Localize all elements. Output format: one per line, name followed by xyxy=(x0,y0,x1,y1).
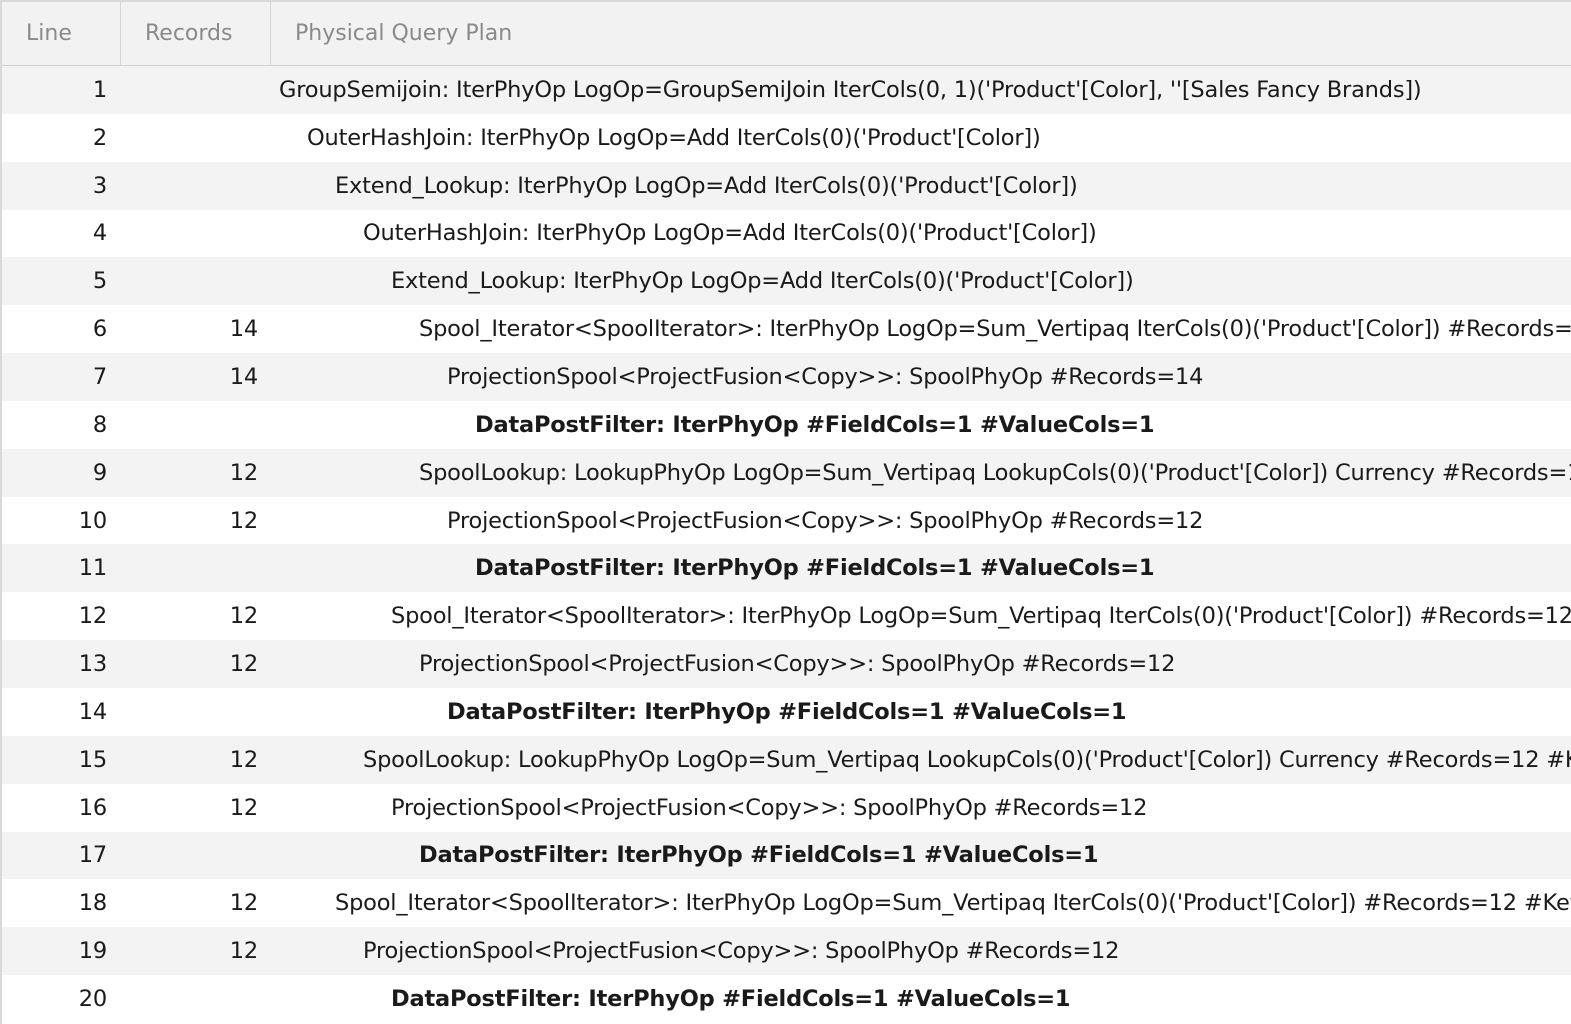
plan-operator-cell: Spool_Iterator<SpoolIterator>: IterPhyOp… xyxy=(391,603,1571,630)
table-row[interactable]: 10 12 ProjectionSpool<ProjectFusion<Copy>>… xyxy=(2,496,1571,545)
line-number-cell: 18 xyxy=(78,890,107,917)
grid-rows: 1 GroupSemijoin: IterPhyOp LogOp=GroupSem… xyxy=(2,66,1571,1023)
column-header-line[interactable]: Line xyxy=(2,2,121,65)
records-cell: 12 xyxy=(229,938,258,965)
plan-operator-cell: DataPostFilter: IterPhyOp #FieldCols=1 #… xyxy=(475,555,1155,582)
line-number-cell: 12 xyxy=(78,603,107,630)
line-number-cell: 1 xyxy=(92,76,107,103)
records-cell: 12 xyxy=(229,459,258,486)
plan-operator-cell: DataPostFilter: IterPhyOp #FieldCols=1 #… xyxy=(391,985,1071,1012)
line-number-cell: 19 xyxy=(78,938,107,965)
records-cell: 14 xyxy=(229,363,258,390)
plan-operator-cell: DataPostFilter: IterPhyOp #FieldCols=1 #… xyxy=(447,698,1127,725)
column-header-physical-query-plan[interactable]: Physical Query Plan xyxy=(271,2,1571,65)
records-cell: 12 xyxy=(229,746,258,773)
table-row[interactable]: 8 DataPostFilter: IterPhyOp #FieldCols=1 … xyxy=(2,400,1571,449)
table-row[interactable]: 12 12 Spool_Iterator<SpoolIterator>: IterP… xyxy=(2,592,1571,641)
table-row[interactable]: 19 12 ProjectionSpool<ProjectFusion<Copy>>… xyxy=(2,927,1571,976)
line-number-cell: 20 xyxy=(78,985,107,1012)
table-row[interactable]: 16 12 ProjectionSpool<ProjectFusion<Copy>>… xyxy=(2,783,1571,832)
plan-operator-cell: DataPostFilter: IterPhyOp #FieldCols=1 #… xyxy=(475,411,1155,438)
plan-operator-cell: ProjectionSpool<ProjectFusion<Copy>>: Sp… xyxy=(363,938,1120,965)
records-cell: 12 xyxy=(229,651,258,678)
line-number-cell: 16 xyxy=(78,794,107,821)
line-number-cell: 6 xyxy=(92,316,107,343)
line-number-cell: 13 xyxy=(78,651,107,678)
records-cell: 12 xyxy=(229,890,258,917)
plan-operator-cell: OuterHashJoin: IterPhyOp LogOp=Add IterC… xyxy=(363,220,1097,247)
grid-header: Line Records Physical Query Plan xyxy=(2,2,1571,66)
records-cell: 14 xyxy=(229,316,258,343)
plan-operator-cell: OuterHashJoin: IterPhyOp LogOp=Add IterC… xyxy=(307,124,1041,151)
records-cell: 12 xyxy=(229,507,258,534)
plan-operator-cell: Spool_Iterator<SpoolIterator>: IterPhyOp… xyxy=(335,890,1571,917)
table-row[interactable]: 18 12 Spool_Iterator<SpoolIterator>: IterP… xyxy=(2,879,1571,928)
plan-operator-cell: ProjectionSpool<ProjectFusion<Copy>>: Sp… xyxy=(391,794,1148,821)
plan-operator-cell: Spool_Iterator<SpoolIterator>: IterPhyOp… xyxy=(419,316,1571,343)
plan-operator-cell: ProjectionSpool<ProjectFusion<Copy>>: Sp… xyxy=(447,363,1204,390)
table-row[interactable]: 4 OuterHashJoin: IterPhyOp LogOp=Add Iter… xyxy=(2,209,1571,258)
records-cell: 12 xyxy=(229,794,258,821)
table-row[interactable]: 1 GroupSemijoin: IterPhyOp LogOp=GroupSem… xyxy=(2,66,1571,114)
plan-operator-cell: ProjectionSpool<ProjectFusion<Copy>>: Sp… xyxy=(447,507,1204,534)
table-row[interactable]: 20 DataPostFilter: IterPhyOp #FieldCols=1… xyxy=(2,975,1571,1023)
records-cell: 12 xyxy=(229,603,258,630)
table-row[interactable]: 5 Extend_Lookup: IterPhyOp LogOp=Add Iter… xyxy=(2,257,1571,306)
line-number-cell: 4 xyxy=(92,220,107,247)
table-row[interactable]: 13 12 ProjectionSpool<ProjectFusion<Copy>>… xyxy=(2,640,1571,688)
plan-operator-cell: ProjectionSpool<ProjectFusion<Copy>>: Sp… xyxy=(419,651,1176,678)
table-row[interactable]: 11 DataPostFilter: IterPhyOp #FieldCols=1… xyxy=(2,544,1571,593)
plan-operator-cell: SpoolLookup: LookupPhyOp LogOp=Sum_Verti… xyxy=(363,746,1571,773)
line-number-cell: 17 xyxy=(78,842,107,869)
line-number-cell: 9 xyxy=(92,459,107,486)
line-number-cell: 3 xyxy=(92,172,107,199)
line-number-cell: 15 xyxy=(78,746,107,773)
table-row[interactable]: 7 14 ProjectionSpool<ProjectFusion<Copy>>:… xyxy=(2,353,1571,401)
line-number-cell: 10 xyxy=(78,507,107,534)
query-plan-grid: Line Records Physical Query Plan 1 GroupS… xyxy=(0,0,1571,1024)
table-row[interactable]: 2 OuterHashJoin: IterPhyOp LogOp=Add Iter… xyxy=(2,113,1571,162)
plan-operator-cell: GroupSemijoin: IterPhyOp LogOp=GroupSemi… xyxy=(279,76,1422,103)
table-row[interactable]: 6 14 Spool_Iterator<SpoolIterator>: IterPh… xyxy=(2,305,1571,354)
line-number-cell: 11 xyxy=(78,555,107,582)
line-number-cell: 7 xyxy=(92,363,107,390)
plan-operator-cell: Extend_Lookup: IterPhyOp LogOp=Add IterC… xyxy=(391,268,1134,295)
line-number-cell: 2 xyxy=(92,124,107,151)
table-row[interactable]: 15 12 SpoolLookup: LookupPhyOp LogOp=Sum_V… xyxy=(2,735,1571,784)
plan-operator-cell: DataPostFilter: IterPhyOp #FieldCols=1 #… xyxy=(419,842,1099,869)
line-number-cell: 8 xyxy=(92,411,107,438)
line-number-cell: 14 xyxy=(78,698,107,725)
table-row[interactable]: 14 DataPostFilter: IterPhyOp #FieldCols=1… xyxy=(2,687,1571,736)
table-row[interactable]: 17 DataPostFilter: IterPhyOp #FieldCols=1… xyxy=(2,831,1571,880)
table-row[interactable]: 9 12 SpoolLookup: LookupPhyOp LogOp=Sum_Ve… xyxy=(2,448,1571,497)
plan-operator-cell: Extend_Lookup: IterPhyOp LogOp=Add IterC… xyxy=(335,172,1078,199)
table-row[interactable]: 3 Extend_Lookup: IterPhyOp LogOp=Add Iter… xyxy=(2,161,1571,210)
column-header-records[interactable]: Records xyxy=(121,2,271,65)
line-number-cell: 5 xyxy=(92,268,107,295)
plan-operator-cell: SpoolLookup: LookupPhyOp LogOp=Sum_Verti… xyxy=(419,459,1571,486)
